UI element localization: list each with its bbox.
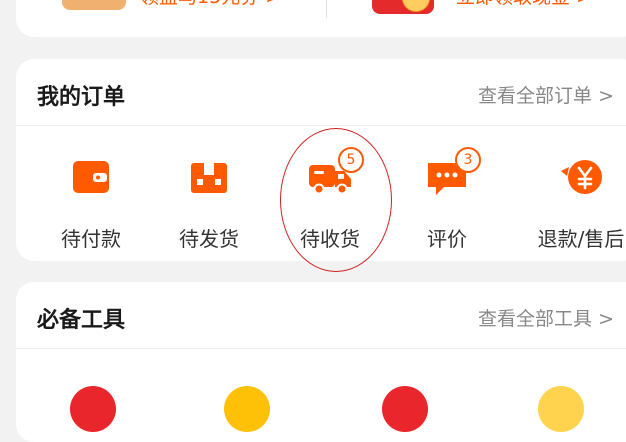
- refund-icon: [561, 160, 602, 194]
- calendar-icon[interactable]: [70, 386, 116, 432]
- annotation-circle: [280, 128, 392, 272]
- promo-divider: [326, 0, 327, 18]
- coupon-thumbnail-icon: [62, 0, 126, 10]
- lucky-bag-icon[interactable]: [382, 386, 428, 432]
- order-label: 退款/售后: [537, 227, 625, 251]
- orders-divider: [16, 125, 626, 126]
- view-all-orders-link[interactable]: 查看全部订单 >: [478, 81, 614, 108]
- tools-card: 必备工具 查看全部工具 >: [16, 282, 626, 442]
- orders-title: 我的订单: [37, 85, 126, 110]
- review-badge: 3: [455, 147, 481, 173]
- promo-link-right[interactable]: 立即领取现金 >: [456, 0, 592, 9]
- mascot-icon[interactable]: [538, 386, 584, 432]
- view-all-tools-link[interactable]: 查看全部工具 >: [478, 304, 614, 331]
- order-review[interactable]: 3 评价: [392, 135, 502, 255]
- tools-divider: [16, 348, 626, 349]
- coupon-icon[interactable]: [224, 386, 270, 432]
- order-pending-shipment[interactable]: 待发货: [154, 135, 264, 255]
- review-icon-wrap: 3: [423, 147, 481, 201]
- wallet-icon: [73, 161, 109, 193]
- promo-link-left[interactable]: 领盖马15元券 >: [140, 0, 281, 9]
- order-label: 待发货: [179, 227, 239, 251]
- package-icon: [191, 163, 227, 193]
- promo-card: 领盖马15元券 > 立即领取现金 >: [16, 0, 626, 37]
- tools-title: 必备工具: [37, 308, 126, 333]
- order-refund[interactable]: 退款/售后: [526, 135, 626, 255]
- order-label: 待付款: [61, 227, 121, 251]
- order-pending-payment[interactable]: 待付款: [36, 135, 146, 255]
- order-label: 评价: [427, 227, 467, 251]
